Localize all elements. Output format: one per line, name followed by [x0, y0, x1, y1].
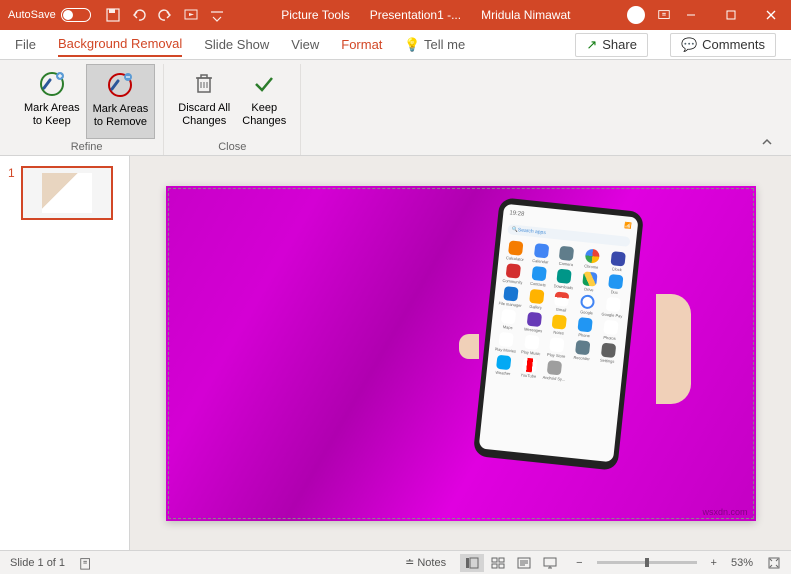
- chevron-up-icon: [761, 136, 773, 148]
- contextual-tab-label: Picture Tools: [281, 8, 349, 22]
- user-name: Mridula Nimawat: [481, 8, 570, 22]
- close-button[interactable]: [751, 0, 791, 30]
- discard-all-changes-button[interactable]: Discard All Changes: [172, 64, 236, 139]
- tab-view[interactable]: View: [291, 33, 319, 56]
- share-button[interactable]: ↗Share: [575, 33, 648, 57]
- tab-format[interactable]: Format: [341, 33, 382, 56]
- undo-icon[interactable]: [131, 7, 147, 23]
- zoom-out-button[interactable]: −: [576, 557, 582, 569]
- mark-remove-icon: [104, 69, 136, 101]
- ribbon-tabs: File Background Removal Slide Show View …: [0, 30, 791, 60]
- ribbon-group-label: Refine: [71, 139, 103, 155]
- picture-selection-marquee[interactable]: [168, 188, 754, 519]
- autosave-toggle[interactable]: AutoSave: [8, 8, 91, 22]
- reading-view-button[interactable]: [512, 554, 536, 572]
- slide-thumbnail-row[interactable]: 1: [8, 166, 121, 220]
- mark-keep-icon: [36, 68, 68, 100]
- keep-icon: [248, 68, 280, 100]
- window-controls: [671, 0, 791, 30]
- keep-changes-button[interactable]: Keep Changes: [236, 64, 292, 139]
- title-center: Picture Tools Presentation1 -... Mridula…: [225, 8, 627, 22]
- slide-counter[interactable]: Slide 1 of 1: [10, 557, 65, 569]
- autosave-label: AutoSave: [8, 9, 56, 21]
- customize-qat-icon[interactable]: [209, 7, 225, 23]
- watermark: wsxdn.com: [702, 507, 747, 517]
- fit-to-window-button[interactable]: [767, 556, 781, 570]
- minimize-button[interactable]: [671, 0, 711, 30]
- title-user-area: [627, 6, 671, 24]
- start-icon[interactable]: [183, 7, 199, 23]
- toggle-off-icon[interactable]: [61, 8, 91, 22]
- comments-button[interactable]: 💬Comments: [670, 33, 776, 57]
- ribbon-group-refine: Mark Areas to Keep Mark Areas to Remove …: [10, 64, 164, 155]
- workspace: 1 19:28📶 🔍 Search apps CalculatorCalenda…: [0, 156, 791, 550]
- redo-icon[interactable]: [157, 7, 173, 23]
- mark-areas-to-keep-button[interactable]: Mark Areas to Keep: [18, 64, 86, 139]
- slide-canvas[interactable]: 19:28📶 🔍 Search apps CalculatorCalendarC…: [166, 186, 756, 521]
- collapse-ribbon-button[interactable]: [753, 132, 781, 155]
- discard-icon: [188, 68, 220, 100]
- tell-me-search[interactable]: 💡 Tell me: [404, 33, 465, 57]
- mark-areas-to-remove-button[interactable]: Mark Areas to Remove: [86, 64, 156, 139]
- avatar[interactable]: [627, 6, 645, 24]
- ribbon: Mark Areas to Keep Mark Areas to Remove …: [0, 60, 791, 156]
- title-bar: AutoSave Picture Tools Presentation1 -..…: [0, 0, 791, 30]
- zoom-slider[interactable]: [597, 561, 697, 564]
- zoom-in-button[interactable]: +: [711, 557, 717, 569]
- notes-button[interactable]: ≐ Notes: [405, 556, 446, 569]
- ribbon-group-label: Close: [218, 139, 246, 155]
- quick-access-toolbar: [105, 7, 225, 23]
- slide-canvas-area[interactable]: 19:28📶 🔍 Search apps CalculatorCalendarC…: [130, 156, 791, 550]
- ribbon-display-icon[interactable]: [657, 8, 671, 22]
- tab-file[interactable]: File: [15, 33, 36, 56]
- slide-thumbnail[interactable]: [21, 166, 113, 220]
- zoom-level[interactable]: 53%: [731, 557, 753, 569]
- tab-slide-show[interactable]: Slide Show: [204, 33, 269, 56]
- status-bar: Slide 1 of 1 ≐ Notes − + 53%: [0, 550, 791, 574]
- maximize-button[interactable]: [711, 0, 751, 30]
- slideshow-view-button[interactable]: [538, 554, 562, 572]
- document-title: Presentation1 -...: [370, 8, 461, 22]
- slide-sorter-button[interactable]: [486, 554, 510, 572]
- ribbon-group-close: Discard All Changes Keep Changes Close: [164, 64, 301, 155]
- view-buttons: [460, 554, 562, 572]
- slide-number: 1: [8, 166, 15, 180]
- slide-thumbnails-panel[interactable]: 1: [0, 156, 130, 550]
- normal-view-button[interactable]: [460, 554, 484, 572]
- spellcheck-icon[interactable]: [79, 556, 93, 570]
- save-icon[interactable]: [105, 7, 121, 23]
- thumbnail-image: [42, 173, 92, 213]
- tab-background-removal[interactable]: Background Removal: [58, 32, 182, 57]
